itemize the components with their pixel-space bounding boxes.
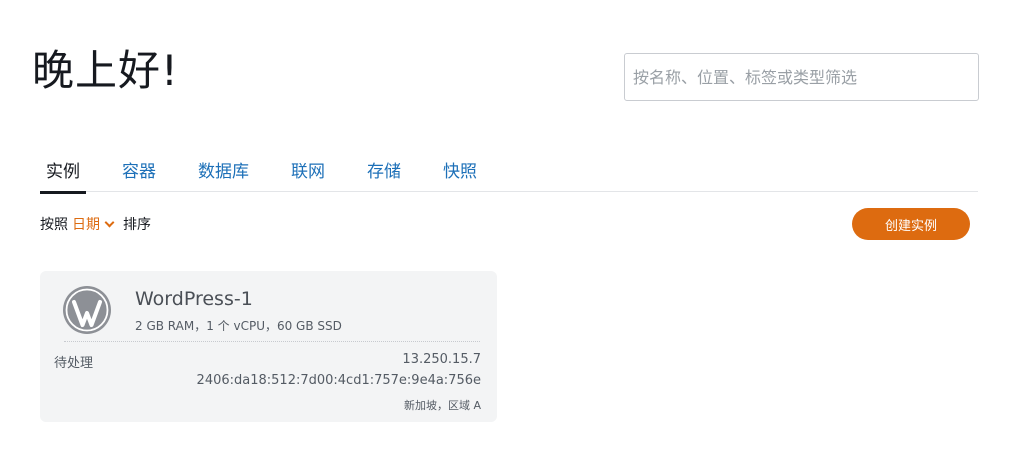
- sort-prefix: 按照: [40, 217, 68, 233]
- sort-bar: 按照 日期 排序: [40, 214, 151, 234]
- resource-tabs: 实例 容器 数据库 联网 存储 快照: [40, 159, 978, 194]
- create-instance-button[interactable]: 创建实例: [852, 208, 970, 240]
- tab-containers[interactable]: 容器: [116, 159, 162, 192]
- tab-storage[interactable]: 存储: [361, 159, 407, 192]
- tab-snapshots[interactable]: 快照: [437, 159, 483, 192]
- tab-databases[interactable]: 数据库: [192, 159, 255, 192]
- instance-ipv6: 2406:da18:512:7d00:4cd1:757e:9e4a:756e: [196, 373, 481, 388]
- page-greeting: 晚上好!: [32, 46, 179, 95]
- instance-spec: 2 GB RAM，1 个 vCPU，60 GB SSD: [135, 319, 342, 333]
- instance-card[interactable]: WordPress-1 2 GB RAM，1 个 vCPU，60 GB SSD …: [40, 271, 497, 422]
- chevron-down-icon: [104, 217, 115, 227]
- instance-region: 新加坡，区域 A: [403, 399, 481, 412]
- wordpress-icon: [63, 286, 111, 334]
- tab-networking[interactable]: 联网: [285, 159, 331, 192]
- tab-instances[interactable]: 实例: [40, 159, 86, 194]
- instance-ipv4: 13.250.15.7: [402, 352, 481, 367]
- instance-status: 待处理: [54, 356, 94, 371]
- filter-search-input[interactable]: [624, 53, 979, 101]
- lightsail-home: 晚上好! 实例 容器 数据库 联网 存储 快照 按照 日期 排序 创建实例 Wo…: [0, 0, 1024, 476]
- card-divider: [64, 341, 480, 342]
- instance-name-link[interactable]: WordPress-1: [135, 288, 253, 310]
- sort-key-dropdown[interactable]: 日期: [72, 214, 119, 234]
- sort-key-label: 日期: [72, 217, 100, 233]
- sort-suffix: 排序: [123, 217, 151, 233]
